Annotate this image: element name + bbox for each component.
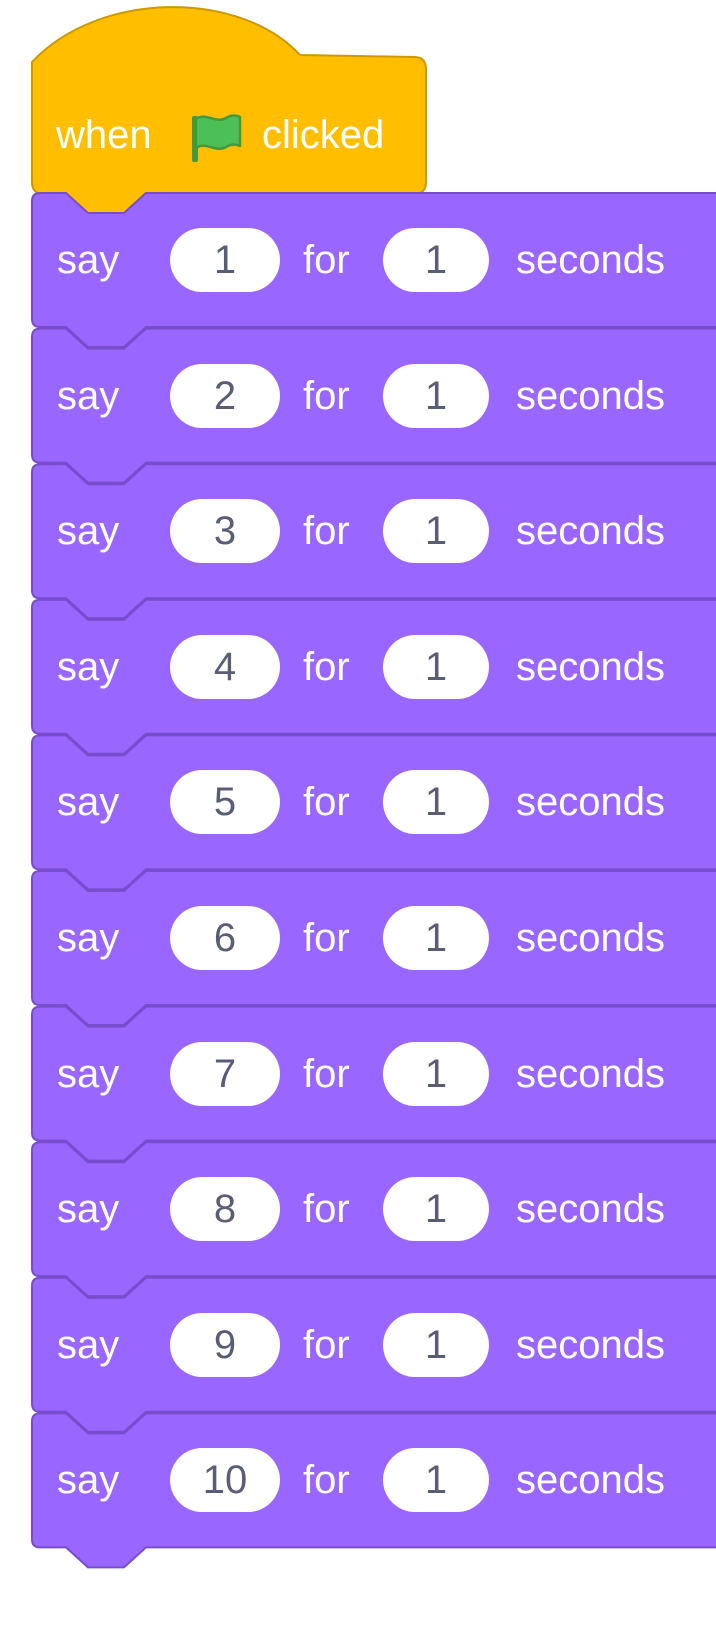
seconds-input[interactable]: 1	[383, 499, 489, 564]
say-label: say	[57, 780, 120, 825]
for-label: for	[303, 238, 350, 282]
message-input-text: 9	[213, 1322, 237, 1367]
for-label: for	[303, 916, 350, 960]
seconds-label: seconds	[516, 1458, 665, 1503]
seconds-input[interactable]: 1	[383, 1177, 489, 1242]
say-label: say	[57, 238, 120, 282]
message-input[interactable]: 3	[170, 499, 280, 564]
seconds-input[interactable]: 1	[383, 1312, 489, 1377]
message-input[interactable]: 7	[170, 1041, 280, 1106]
message-input[interactable]: 10	[170, 1448, 280, 1513]
seconds-input[interactable]: 1	[383, 906, 489, 970]
seconds-input-text: 1	[424, 1051, 448, 1096]
message-input[interactable]: 8	[170, 1177, 280, 1242]
message-input-text: 10	[202, 1458, 248, 1503]
message-input[interactable]: 4	[170, 634, 280, 699]
seconds-input-text: 1	[424, 238, 448, 282]
say-for-secs-block[interactable]: say 6 for 1 seconds	[0, 894, 716, 982]
message-input[interactable]: 2	[170, 363, 280, 428]
seconds-label: seconds	[516, 644, 665, 689]
say-for-secs-block[interactable]: say 1 for 1 seconds	[0, 216, 716, 304]
seconds-input[interactable]: 1	[383, 1448, 489, 1513]
message-input[interactable]: 1	[170, 228, 280, 292]
for-label: for	[303, 373, 350, 418]
seconds-input-text: 1	[424, 373, 448, 418]
say-label: say	[57, 1187, 120, 1232]
seconds-input[interactable]: 1	[383, 228, 489, 292]
seconds-input-text: 1	[424, 916, 448, 960]
say-for-secs-block[interactable]: say 7 for 1 seconds	[0, 1030, 716, 1118]
say-label: say	[57, 509, 120, 554]
seconds-input[interactable]: 1	[383, 770, 489, 835]
seconds-input-text: 1	[424, 1322, 448, 1367]
for-label: for	[303, 780, 350, 825]
seconds-label: seconds	[516, 373, 665, 418]
say-for-secs-block[interactable]: say 10 for 1 seconds	[0, 1436, 716, 1524]
message-input-text: 5	[213, 780, 237, 825]
say-label: say	[57, 644, 120, 689]
hat-when-label: when	[56, 113, 152, 157]
message-input-text: 1	[213, 238, 237, 282]
message-input-text: 7	[213, 1051, 237, 1096]
seconds-input[interactable]: 1	[383, 363, 489, 428]
seconds-input-text: 1	[424, 509, 448, 554]
seconds-label: seconds	[516, 1187, 665, 1232]
for-label: for	[303, 509, 350, 554]
for-label: for	[303, 1051, 350, 1096]
message-input-text: 2	[213, 373, 237, 418]
seconds-input-text: 1	[424, 780, 448, 825]
seconds-label: seconds	[516, 1322, 665, 1367]
message-input[interactable]: 9	[170, 1312, 280, 1377]
say-for-secs-block[interactable]: say 3 for 1 seconds	[0, 487, 716, 575]
seconds-label: seconds	[516, 780, 665, 825]
for-label: for	[303, 1187, 350, 1232]
seconds-label: seconds	[516, 1051, 665, 1096]
for-label: for	[303, 1322, 350, 1367]
say-for-secs-block[interactable]: say 9 for 1 seconds	[0, 1301, 716, 1389]
say-for-secs-block[interactable]: say 2 for 1 seconds	[0, 352, 716, 440]
say-for-secs-block[interactable]: say 5 for 1 seconds	[0, 758, 716, 846]
seconds-input[interactable]: 1	[383, 1041, 489, 1106]
message-input[interactable]: 6	[170, 906, 280, 970]
message-input-text: 8	[213, 1187, 237, 1232]
say-label: say	[57, 1458, 120, 1503]
green-flag-icon	[192, 114, 242, 162]
say-for-secs-block[interactable]: say 8 for 1 seconds	[0, 1165, 716, 1253]
seconds-input-text: 1	[424, 1187, 448, 1232]
seconds-input-text: 1	[424, 644, 448, 689]
hat-clicked-label: clicked	[262, 113, 385, 157]
script-stack[interactable]: when clicked say 1 for 1 seconds say 2 for 1 seco…	[0, 0, 716, 1629]
say-label: say	[57, 916, 120, 960]
message-input-text: 4	[213, 644, 237, 689]
seconds-label: seconds	[516, 509, 665, 554]
seconds-input[interactable]: 1	[383, 634, 489, 699]
for-label: for	[303, 1458, 350, 1503]
say-label: say	[57, 373, 120, 418]
say-label: say	[57, 1051, 120, 1096]
message-input-text: 3	[213, 509, 237, 554]
seconds-input-text: 1	[424, 1458, 448, 1503]
say-label: say	[57, 1322, 120, 1367]
seconds-label: seconds	[516, 238, 665, 282]
message-input[interactable]: 5	[170, 770, 280, 835]
message-input-text: 6	[213, 916, 237, 960]
say-for-secs-block[interactable]: say 4 for 1 seconds	[0, 623, 716, 711]
for-label: for	[303, 644, 350, 689]
seconds-label: seconds	[516, 916, 665, 960]
